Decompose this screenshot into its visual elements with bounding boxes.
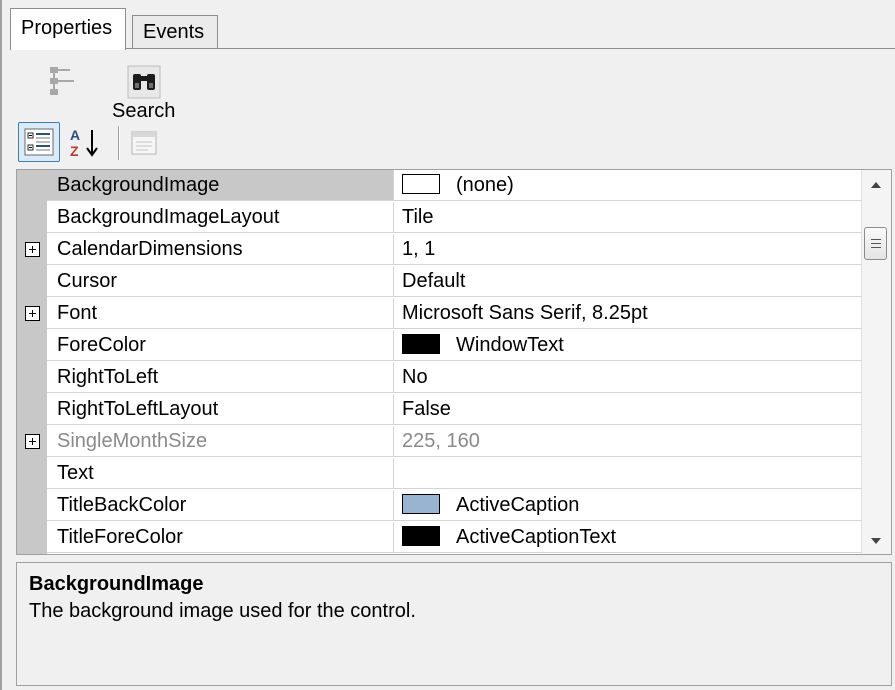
description-title: BackgroundImage [29, 573, 204, 595]
property-value-text: (none) [456, 174, 514, 197]
color-swatch [402, 526, 440, 547]
property-name[interactable]: SingleMonthSize [47, 426, 394, 457]
property-name[interactable]: TitleBackColor [47, 490, 394, 521]
tab-divider [10, 48, 895, 49]
property-pages-icon [131, 131, 157, 155]
property-value-text: ActiveCaptionText [456, 526, 617, 549]
property-value-text: ActiveCaption [456, 494, 580, 517]
property-name[interactable]: Font [47, 298, 394, 329]
property-name[interactable]: ForeColor [47, 330, 394, 361]
grip-line [871, 247, 881, 248]
property-value[interactable]: Microsoft Sans Serif, 8.25pt [394, 298, 861, 329]
alphabetical-sort-icon: A Z [70, 127, 98, 159]
property-row[interactable]: BackgroundImageLayout Tile [17, 202, 861, 234]
property-name[interactable]: Cursor [47, 266, 394, 297]
property-value-text: WindowText [456, 334, 564, 357]
expand-plus-icon[interactable] [25, 306, 40, 321]
property-value[interactable]: ActiveCaption [394, 490, 861, 521]
property-name[interactable]: TitleForeColor [47, 522, 394, 553]
property-row[interactable]: BackgroundImage (none) [17, 170, 861, 202]
property-value[interactable]: ActiveCaptionText [394, 522, 861, 553]
property-row[interactable]: Text [17, 458, 861, 490]
property-name[interactable]: BackgroundImage [47, 170, 394, 201]
property-row[interactable]: TitleBackColor ActiveCaption [17, 490, 861, 522]
property-value[interactable]: WindowText [394, 330, 861, 361]
arrow-up-icon [871, 182, 881, 188]
vertical-scrollbar[interactable] [861, 170, 891, 554]
property-row[interactable]: ForeColor WindowText [17, 330, 861, 362]
property-value[interactable]: (none) [394, 170, 861, 201]
property-row[interactable]: SingleMonthSize 225, 160 [17, 426, 861, 458]
binoculars-icon [127, 65, 161, 99]
svg-text:A: A [70, 127, 80, 143]
property-value[interactable] [394, 458, 861, 489]
expand-plus-icon[interactable] [25, 242, 40, 257]
categorized-button[interactable] [18, 122, 60, 162]
property-name[interactable]: BackgroundImageLayout [47, 202, 394, 233]
property-name[interactable]: Text [47, 458, 394, 489]
alphabetical-button[interactable]: A Z [66, 124, 106, 160]
scroll-thumb[interactable] [864, 227, 887, 260]
color-swatch [402, 174, 440, 195]
property-row[interactable]: Font Microsoft Sans Serif, 8.25pt [17, 298, 861, 330]
color-swatch [402, 494, 440, 515]
color-swatch [402, 334, 440, 355]
description-text: The background image used for the contro… [29, 600, 416, 622]
property-row[interactable]: RightToLeft No [17, 362, 861, 394]
grip-line [871, 239, 881, 240]
search-label: Search [112, 100, 176, 120]
arrow-down-icon [871, 538, 881, 544]
property-name[interactable]: RightToLeftLayout [47, 394, 394, 425]
hierarchy-icon [50, 67, 74, 95]
top-toolbar: Search [42, 60, 242, 120]
property-value[interactable]: 225, 160 [394, 426, 861, 457]
tab-properties[interactable]: Properties [10, 8, 126, 50]
tab-events[interactable]: Events [132, 15, 218, 48]
property-value[interactable]: 1, 1 [394, 234, 861, 265]
categorized-icon [24, 128, 54, 156]
description-panel: BackgroundImage The background image use… [16, 562, 892, 686]
property-row[interactable]: RightToLeftLayout False [17, 394, 861, 426]
toolbar-separator [118, 126, 120, 160]
property-name[interactable]: RightToLeft [47, 362, 394, 393]
scroll-down-button[interactable] [862, 526, 891, 554]
property-value[interactable]: Tile [394, 202, 861, 233]
property-value[interactable]: No [394, 362, 861, 393]
expand-plus-icon[interactable] [25, 434, 40, 449]
search-button[interactable] [126, 64, 162, 100]
property-name[interactable]: CalendarDimensions [47, 234, 394, 265]
hierarchy-button[interactable] [46, 64, 82, 100]
svg-text:Z: Z [70, 143, 79, 159]
scroll-up-button[interactable] [862, 170, 891, 198]
property-row[interactable]: Cursor Default [17, 266, 861, 298]
property-window: Properties Events Search A Z BackgroundI… [0, 0, 895, 690]
property-row[interactable]: TitleForeColor ActiveCaptionText [17, 522, 861, 554]
view-toolbar: A Z [18, 122, 188, 162]
grip-line [871, 243, 881, 244]
property-row[interactable]: CalendarDimensions 1, 1 [17, 234, 861, 266]
property-value[interactable]: False [394, 394, 861, 425]
property-pages-button[interactable] [126, 126, 162, 160]
property-grid: BackgroundImage (none) BackgroundImageLayo… [16, 169, 892, 555]
property-value[interactable]: Default [394, 266, 861, 297]
